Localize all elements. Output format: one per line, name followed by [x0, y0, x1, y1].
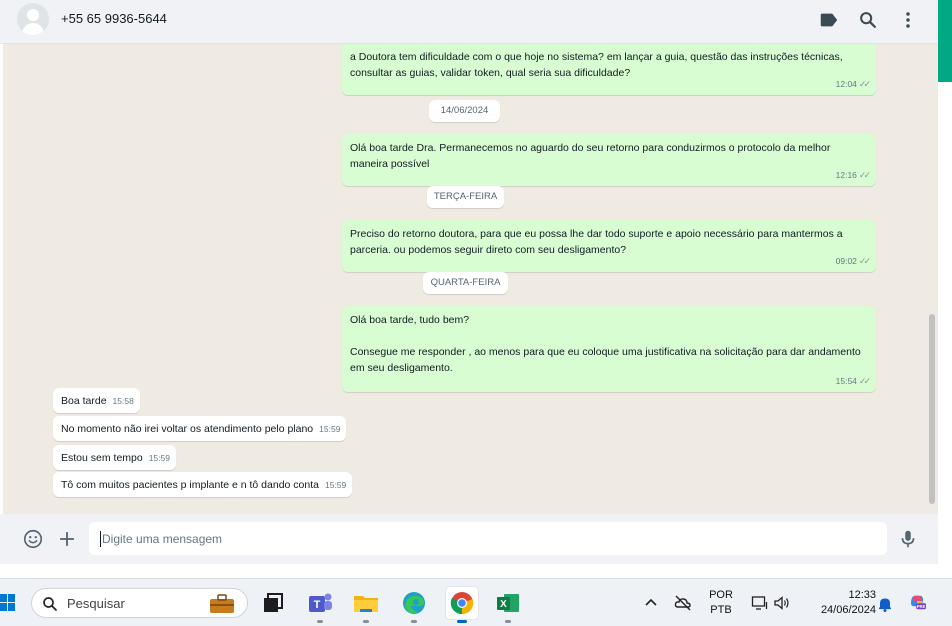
- svg-text:X: X: [500, 599, 507, 610]
- attach-plus-icon[interactable]: [56, 528, 78, 550]
- contact-name[interactable]: +55 65 9936-5644: [61, 11, 167, 26]
- briefcase-icon: [210, 594, 234, 613]
- file-manager-icon[interactable]: [257, 587, 289, 619]
- chevron-up-icon[interactable]: [642, 594, 660, 612]
- message-text: Olá boa tarde, tudo bem? Consegue me res…: [350, 314, 861, 374]
- edge-icon[interactable]: [398, 587, 430, 623]
- notification-bell-icon[interactable]: [876, 595, 894, 613]
- date-separator: QUARTA-FEIRA: [423, 272, 508, 294]
- read-receipt-icon: ✓✓: [858, 170, 871, 180]
- svg-text:T: T: [314, 599, 321, 611]
- message-incoming[interactable]: Tô com muitos pacientes p implante e n t…: [53, 472, 353, 497]
- message-time: 15:59: [319, 424, 341, 434]
- message-time: 15:58: [112, 396, 134, 406]
- windows-taskbar: Pesquisar T X POR PTB 12:33 24/06/2024 P…: [0, 578, 952, 626]
- teams-icon[interactable]: T: [304, 587, 336, 623]
- message-text: Preciso do retorno doutora, para que eu …: [350, 228, 846, 256]
- network-icon[interactable]: [751, 594, 769, 612]
- file-explorer-icon[interactable]: [350, 587, 382, 623]
- message-text: Estou sem tempo: [61, 452, 143, 464]
- message-meta: 09:02 ✓✓: [835, 256, 871, 266]
- read-receipt-icon: ✓✓: [858, 376, 871, 386]
- language-indicator[interactable]: POR PTB: [704, 588, 738, 618]
- message-meta: 15:54 ✓✓: [835, 376, 871, 386]
- compose-bar: [0, 514, 938, 564]
- emoji-icon[interactable]: [22, 528, 44, 550]
- cloud-offline-icon[interactable]: [674, 594, 692, 612]
- svg-text:PRE: PRE: [917, 604, 926, 609]
- search-icon[interactable]: [857, 9, 879, 31]
- message-time: 15:59: [324, 480, 347, 490]
- text-caret: [100, 531, 101, 547]
- message-outgoing[interactable]: Preciso do retorno doutora, para que eu …: [342, 220, 876, 272]
- search-label: Pesquisar: [67, 596, 125, 611]
- clock[interactable]: 12:33 24/06/2024: [804, 588, 876, 618]
- message-outgoing[interactable]: Olá boa tarde, tudo bem? Consegue me res…: [342, 306, 876, 392]
- window-bottom-edge: [0, 564, 952, 578]
- copilot-icon[interactable]: PRE: [908, 592, 932, 616]
- date-separator: TERÇA-FEIRA: [427, 186, 504, 208]
- read-receipt-icon: ✓✓: [858, 256, 871, 266]
- windows-start-icon[interactable]: [0, 593, 16, 613]
- taskbar-search[interactable]: Pesquisar: [31, 588, 248, 618]
- message-text: Olá boa tarde Dra. Permanecemos no aguar…: [350, 142, 834, 170]
- contact-avatar[interactable]: [17, 3, 49, 35]
- message-time: 15:59: [148, 453, 170, 463]
- message-incoming[interactable]: No momento não irei voltar os atendiment…: [53, 416, 347, 441]
- read-receipt-icon: ✓✓: [858, 79, 871, 89]
- message-text: No momento não irei voltar os atendiment…: [61, 423, 314, 435]
- chat-header: +55 65 9936-5644: [0, 0, 938, 44]
- message-list[interactable]: a Doutora tem dificuldade com o que hoje…: [3, 44, 938, 514]
- date-separator: 14/06/2024: [429, 100, 500, 122]
- menu-icon[interactable]: [897, 9, 919, 31]
- message-outgoing[interactable]: a Doutora tem dificuldade com o que hoje…: [342, 44, 876, 95]
- label-icon[interactable]: [818, 9, 840, 31]
- message-meta: 12:16 ✓✓: [835, 170, 871, 180]
- chrome-icon[interactable]: [446, 587, 478, 623]
- message-input[interactable]: [102, 522, 872, 555]
- sidebar-edge: [938, 0, 952, 574]
- message-meta: 12:04 ✓✓: [835, 79, 871, 89]
- excel-icon[interactable]: X: [492, 587, 524, 623]
- message-incoming[interactable]: Boa tarde 15:58: [53, 388, 140, 413]
- volume-icon[interactable]: [773, 594, 791, 612]
- message-input-container[interactable]: [89, 522, 887, 555]
- message-text: Boa tarde: [61, 395, 107, 407]
- microphone-icon[interactable]: [897, 528, 919, 550]
- search-icon: [43, 597, 57, 611]
- message-text: Tô com muitos pacientes p implante e n t…: [61, 479, 319, 491]
- message-outgoing[interactable]: Olá boa tarde Dra. Permanecemos no aguar…: [342, 134, 876, 186]
- chat-scrollbar[interactable]: [929, 314, 935, 504]
- message-text: a Doutora tem dificuldade com o que hoje…: [350, 51, 846, 79]
- message-incoming[interactable]: Estou sem tempo 15:59: [53, 445, 176, 470]
